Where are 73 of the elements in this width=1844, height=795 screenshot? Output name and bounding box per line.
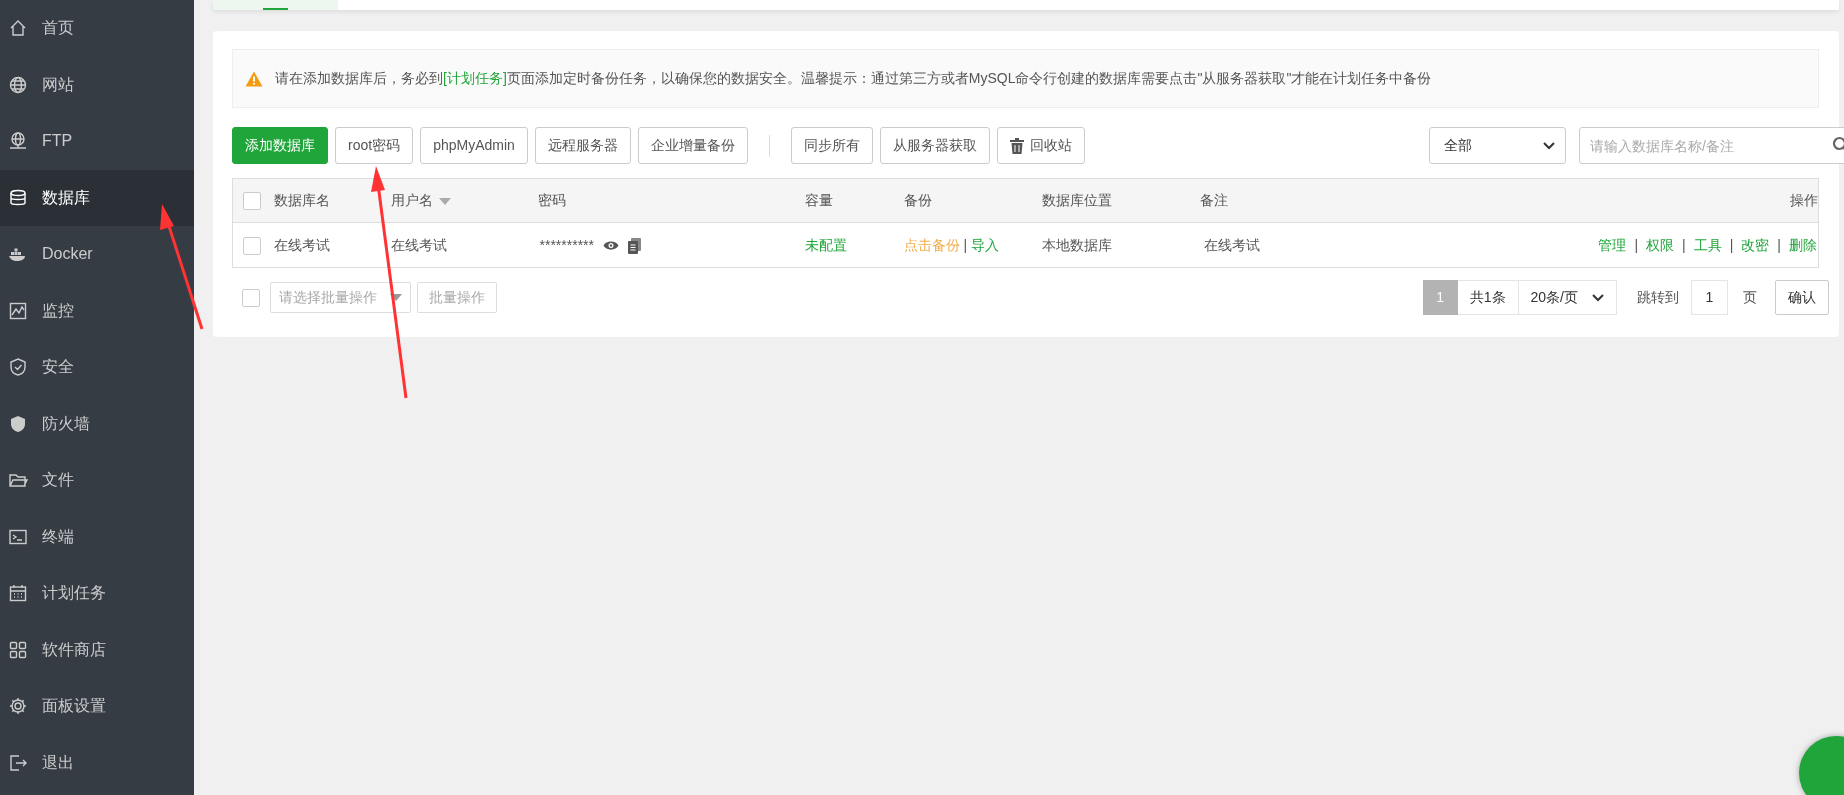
database-icon xyxy=(8,187,28,208)
sidebar-item[interactable]: 面板设置 xyxy=(0,678,194,735)
link-divider: | xyxy=(1777,236,1781,253)
chevron-down-icon xyxy=(1543,141,1555,150)
toolbar-button[interactable]: 从服务器获取 xyxy=(879,127,990,164)
search-field[interactable]: 请输入数据库名称/备注 xyxy=(1579,127,1844,164)
sidebar-item[interactable]: 数据库 xyxy=(0,169,194,226)
table-cell: 在线考试 xyxy=(1203,236,1260,253)
sidebar-item[interactable]: 软件商店 xyxy=(0,621,194,678)
column-header: 操作 xyxy=(1790,192,1818,208)
copy-icon xyxy=(628,237,641,254)
column-header: 容量 xyxy=(804,192,833,208)
network-globe-icon xyxy=(8,131,28,152)
sort-caret-icon xyxy=(438,197,451,205)
sidebar-item[interactable]: 首页 xyxy=(0,0,194,57)
table-cell: 在线考试 xyxy=(273,236,330,253)
row-checkbox[interactable] xyxy=(243,236,261,255)
column-header: 备注 xyxy=(1199,192,1228,208)
sidebar-item[interactable]: 安全 xyxy=(0,339,194,396)
sidebar-item[interactable]: 监控 xyxy=(0,282,194,339)
toolbar-button[interactable]: 同步所有 xyxy=(790,127,873,164)
sidebar-item[interactable]: Docker xyxy=(0,226,194,283)
toolbar-button[interactable]: 企业增量备份 xyxy=(637,127,748,164)
column-header: 数据库名 xyxy=(273,192,330,208)
shield-icon xyxy=(8,357,28,378)
calendar-icon xyxy=(8,583,28,604)
caret-icon xyxy=(390,294,402,301)
column-header: 备份 xyxy=(903,192,932,208)
tab-indicator xyxy=(263,8,288,10)
batch-placeholder: 请选择批量操作 xyxy=(279,288,377,307)
sidebar-item[interactable]: 网站 xyxy=(0,56,194,113)
shield-icon xyxy=(8,413,28,434)
settings-icon xyxy=(8,696,28,717)
filter-value: 全部 xyxy=(1444,136,1472,155)
globe-icon xyxy=(8,74,28,95)
warning-icon xyxy=(245,70,263,87)
toolbar-button[interactable]: phpMyAdmin xyxy=(420,127,528,164)
jump-label: 跳转到 xyxy=(1637,288,1679,307)
column-header: 数据库位置 xyxy=(1041,192,1112,208)
sidebar-item[interactable]: 计划任务 xyxy=(0,565,194,622)
link-divider: | xyxy=(1682,236,1686,253)
grid-icon xyxy=(8,639,28,660)
sidebar-item[interactable]: 文件 xyxy=(0,452,194,509)
page-input[interactable]: 1 xyxy=(1691,280,1728,315)
total-count: 共1条 xyxy=(1457,280,1519,315)
link-divider: | xyxy=(1729,236,1734,253)
page-size-select[interactable]: 20条/页 xyxy=(1518,280,1617,315)
sidebar-item[interactable]: FTP xyxy=(0,113,194,170)
sidebar-item[interactable]: 退出 xyxy=(0,734,194,791)
select-all-checkbox[interactable] xyxy=(243,192,261,211)
table-cell: 在线考试 xyxy=(390,236,447,253)
toolbar-button[interactable]: 远程服务器 xyxy=(534,127,631,164)
home-icon xyxy=(8,18,28,39)
table-cell: 本地数据库 xyxy=(1041,236,1112,253)
column-header[interactable]: 用户名 xyxy=(390,192,433,208)
confirm-button[interactable]: 确认 xyxy=(1775,280,1829,315)
toolbar-button[interactable]: root密码 xyxy=(335,127,414,164)
link-divider: | xyxy=(1634,236,1639,253)
column-header: 密码 xyxy=(537,192,566,208)
sidebar-item[interactable]: 终端 xyxy=(0,508,194,565)
monitor-chart-icon xyxy=(8,300,28,321)
filter-select[interactable]: 全部 xyxy=(1429,127,1566,164)
sidebar-item[interactable]: 防火墙 xyxy=(0,395,194,452)
password-text: ********** xyxy=(539,236,594,253)
alert-message: 请在添加数据库后，务必到[计划任务]页面添加定时备份任务，以确保您的数据安全。温馨提示：通过第三方或者MySQL命令行创建的数据库需要点击"从服务器获取"才能在计划任务中备份 xyxy=(275,69,1432,88)
page-unit: 页 xyxy=(1743,288,1757,307)
chevron-down-icon xyxy=(1592,293,1604,302)
link-divider: | xyxy=(963,236,968,253)
batch-checkbox[interactable] xyxy=(242,288,260,307)
trash-icon xyxy=(1009,137,1024,154)
recycle-bin-button[interactable]: 回收站 xyxy=(996,127,1085,164)
eye-icon xyxy=(603,240,619,252)
logout-icon xyxy=(8,752,28,773)
